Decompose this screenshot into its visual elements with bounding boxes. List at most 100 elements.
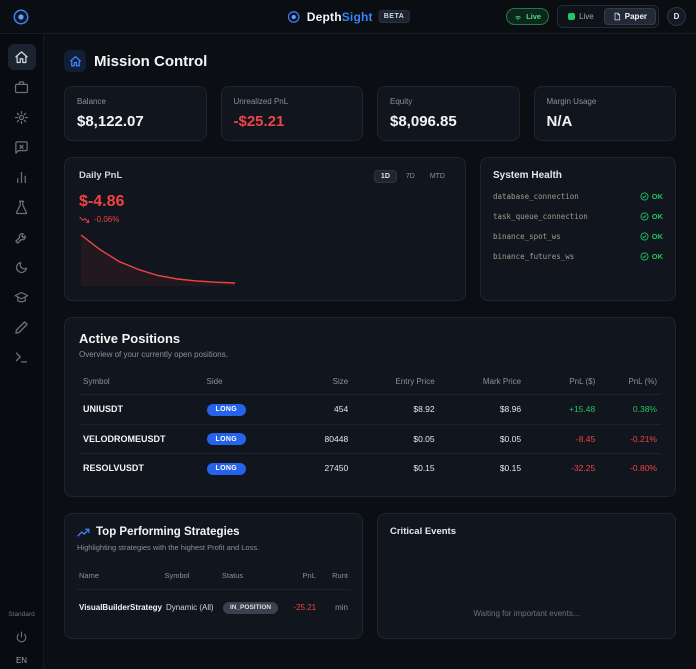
strategy-pnl: -25.21 <box>285 603 316 612</box>
user-avatar[interactable]: D <box>667 7 686 26</box>
bar-chart-icon <box>14 170 29 185</box>
sidebar-item-tools[interactable] <box>8 224 36 250</box>
positions-subtitle: Overview of your currently open position… <box>79 350 661 359</box>
plan-label: Standard <box>8 611 34 618</box>
critical-events-empty: Waiting for important events... <box>390 609 663 618</box>
system-health-card: System Health database_connection OK tas… <box>480 157 676 301</box>
stat-label: Equity <box>390 97 507 106</box>
main-content: Mission Control Balance $8,122.07 Unreal… <box>44 34 696 669</box>
table-row[interactable]: VELODROMEUSDT LONG 80448 $0.05 $0.05 -8.… <box>79 424 661 454</box>
sidebar-item-home[interactable] <box>8 44 36 70</box>
connection-status-badge: Live <box>506 8 549 25</box>
sidebar-item-portfolio[interactable] <box>8 74 36 100</box>
app-title: DepthSight <box>307 10 373 24</box>
stat-label: Unrealized PnL <box>234 97 351 106</box>
graduation-cap-icon <box>14 290 29 305</box>
stats-row: Balance $8,122.07 Unrealized PnL -$25.21… <box>64 86 676 141</box>
mode-live-button[interactable]: Live <box>560 9 602 24</box>
position-pnl-pct: -0.80% <box>595 463 657 473</box>
gear-icon <box>14 110 29 125</box>
strategies-subtitle: Highlighting strategies with the highest… <box>77 543 350 552</box>
position-mark: $0.15 <box>435 463 521 473</box>
top-strategies-card: Top Performing Strategies Highlighting s… <box>64 513 363 639</box>
health-status: OK <box>652 192 663 201</box>
active-positions-card: Active Positions Overview of your curren… <box>64 317 676 497</box>
mode-paper-button[interactable]: Paper <box>604 8 656 25</box>
tab-mtd[interactable]: MTD <box>424 171 451 182</box>
position-entry: $0.15 <box>348 463 434 473</box>
language-label[interactable]: EN <box>16 656 27 665</box>
position-symbol: UNIUSDT <box>83 404 207 414</box>
app-logo-icon[interactable] <box>10 6 32 28</box>
briefcase-icon <box>14 80 29 95</box>
live-mode-icon <box>568 13 575 20</box>
signal-icon <box>514 13 522 21</box>
position-symbol: RESOLVUSDT <box>83 463 207 473</box>
page-home-icon <box>64 50 86 72</box>
sidebar-item-editor[interactable] <box>8 314 36 340</box>
beta-badge: BETA <box>379 10 410 23</box>
table-row[interactable]: RESOLVUSDT LONG 27450 $0.15 $0.15 -32.25… <box>79 453 661 483</box>
brand: DepthSight BETA <box>287 10 410 24</box>
mode-toggle: Live Paper <box>557 5 659 28</box>
positions-title: Active Positions <box>79 331 661 346</box>
stat-card-equity: Equity $8,096.85 <box>377 86 520 141</box>
sidebar-item-settings[interactable] <box>8 104 36 130</box>
position-entry: $8.92 <box>348 404 434 414</box>
paper-file-icon <box>613 12 621 21</box>
table-row[interactable]: UNIUSDT LONG 454 $8.92 $8.96 +15.48 0.38… <box>79 394 661 424</box>
positions-table-header: Symbol Side Size Entry Price Mark Price … <box>79 369 661 394</box>
home-icon <box>14 50 29 65</box>
sidebar-item-academy[interactable] <box>8 284 36 310</box>
sidebar-item-lab[interactable] <box>8 194 36 220</box>
flask-icon <box>14 200 29 215</box>
strategy-symbol: Dynamic (All) <box>166 603 219 612</box>
sidebar-item-theme[interactable] <box>8 254 36 280</box>
stat-card-margin-usage: Margin Usage N/A <box>534 86 677 141</box>
chat-icon <box>14 140 29 155</box>
stat-card-unrealized-pnl: Unrealized PnL -$25.21 <box>221 86 364 141</box>
health-row: task_queue_connection OK <box>493 212 663 221</box>
position-pnl: -32.25 <box>521 463 595 473</box>
stat-value: $8,096.85 <box>390 113 507 130</box>
health-status: OK <box>652 212 663 221</box>
position-mark: $0.05 <box>435 434 521 444</box>
daily-pnl-sparkline <box>79 232 239 288</box>
position-pnl-pct: -0.21% <box>595 434 657 444</box>
daily-pnl-card: Daily PnL 1D 7D MTD $-4.86 -0.06% <box>64 157 466 301</box>
system-health-title: System Health <box>493 170 663 181</box>
health-row: binance_spot_ws OK <box>493 232 663 241</box>
table-row[interactable]: VisualBuilderStrategy Dynamic (All) IN_P… <box>77 589 350 626</box>
trending-up-icon <box>77 526 90 539</box>
strategies-table-header: Name Symbol Status PnL Runt <box>77 564 350 587</box>
position-size: 80448 <box>289 434 348 444</box>
critical-events-card: Critical Events Waiting for important ev… <box>377 513 676 639</box>
power-icon <box>15 631 28 644</box>
power-button[interactable] <box>8 624 36 650</box>
trending-down-icon <box>79 216 90 224</box>
page-title: Mission Control <box>94 53 207 70</box>
daily-pnl-change: -0.06% <box>79 215 451 224</box>
daily-pnl-title: Daily PnL <box>79 170 122 181</box>
stat-card-balance: Balance $8,122.07 <box>64 86 207 141</box>
terminal-icon <box>14 350 29 365</box>
side-badge: LONG <box>207 433 246 445</box>
check-circle-icon <box>640 252 649 261</box>
sidebar-item-analytics[interactable] <box>8 164 36 190</box>
topbar: DepthSight BETA Live Live Paper D <box>0 0 696 34</box>
sidebar-item-signals[interactable] <box>8 134 36 160</box>
wrench-icon <box>14 230 29 245</box>
tab-1d[interactable]: 1D <box>374 170 397 183</box>
tab-7d[interactable]: 7D <box>400 171 421 182</box>
stat-label: Balance <box>77 97 194 106</box>
side-badge: LONG <box>207 463 246 475</box>
health-row: database_connection OK <box>493 192 663 201</box>
position-pnl: +15.48 <box>521 404 595 414</box>
position-pnl-pct: 0.38% <box>595 404 657 414</box>
position-size: 27450 <box>289 463 348 473</box>
sidebar: Standard EN <box>0 34 44 669</box>
stat-value: N/A <box>547 113 664 130</box>
sidebar-item-terminal[interactable] <box>8 344 36 370</box>
check-circle-icon <box>640 212 649 221</box>
strategy-runtime: min <box>320 603 348 612</box>
